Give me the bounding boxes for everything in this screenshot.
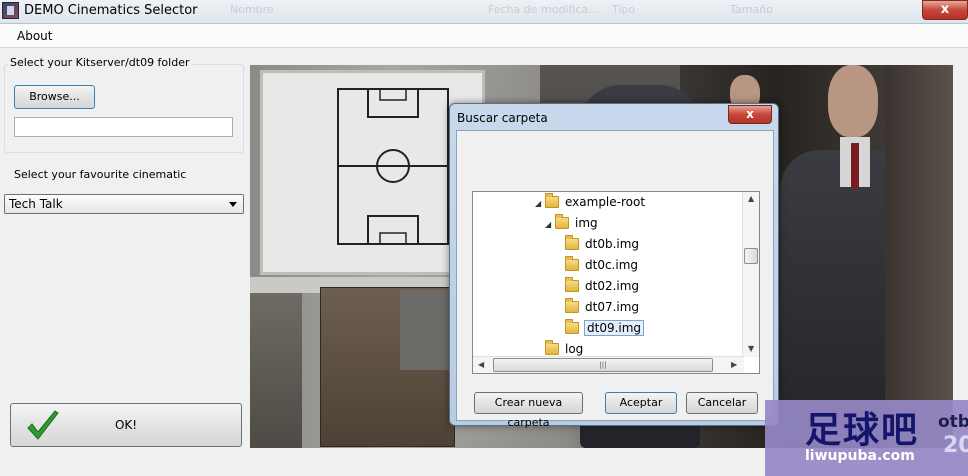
window-title: DEMO Cinematics Selector bbox=[24, 3, 198, 18]
ghost-header-date: Fecha de modifica... bbox=[488, 3, 599, 16]
dialog-body: ◢ example-root ◢ img dt0b.img dt0c.img dt0… bbox=[456, 130, 774, 429]
folder-icon bbox=[555, 214, 569, 229]
folder-icon bbox=[565, 277, 579, 292]
watermark-side-text-2: 20 bbox=[943, 433, 968, 458]
vertical-scroll-thumb[interactable] bbox=[744, 248, 758, 264]
scroll-right-icon[interactable]: ▶ bbox=[731, 360, 737, 369]
new-folder-button[interactable]: Crear nueva carpeta bbox=[474, 392, 583, 429]
ok-button[interactable]: OK! bbox=[10, 403, 242, 447]
expanded-triangle-icon[interactable]: ◢ bbox=[535, 194, 545, 213]
scroll-down-icon[interactable]: ▼ bbox=[748, 344, 754, 353]
expanded-triangle-icon[interactable]: ◢ bbox=[545, 215, 555, 234]
ghost-header-type: Tipo bbox=[612, 3, 636, 16]
horizontal-scroll-thumb[interactable]: ||| bbox=[493, 358, 713, 372]
ghost-header-size: Tamaño bbox=[730, 3, 773, 16]
browse-folder-dialog: Buscar carpeta x ◢ example-root ◢ img dt0b… bbox=[449, 103, 779, 429]
folder-icon bbox=[545, 340, 559, 355]
window-close-button[interactable]: x bbox=[922, 0, 968, 20]
shelf bbox=[400, 290, 450, 370]
folder-icon bbox=[565, 298, 579, 313]
folder-path-input[interactable] bbox=[14, 117, 233, 137]
title-bar: Nombre Fecha de modifica... Tipo Tamaño … bbox=[0, 0, 968, 24]
folder-tree[interactable]: ◢ example-root ◢ img dt0b.img dt0c.img dt0… bbox=[472, 191, 760, 374]
accept-button[interactable]: Aceptar bbox=[605, 392, 677, 414]
tree-item-dt02[interactable]: dt02.img bbox=[555, 277, 639, 296]
watermark-url: liwupuba.com bbox=[805, 448, 915, 464]
menu-about[interactable]: About bbox=[17, 29, 52, 43]
scroll-up-icon[interactable]: ▲ bbox=[748, 194, 754, 203]
cancel-button[interactable]: Cancelar bbox=[686, 392, 758, 414]
tree-vertical-scrollbar[interactable]: ▲ ▼ bbox=[742, 192, 759, 357]
folder-icon bbox=[565, 319, 579, 334]
tree-item-dt07[interactable]: dt07.img bbox=[555, 298, 639, 317]
dialog-title: Buscar carpeta bbox=[457, 111, 548, 125]
folder-icon bbox=[545, 193, 559, 208]
menu-bar: About bbox=[0, 24, 968, 48]
ok-label: OK! bbox=[114, 418, 138, 432]
tree-item-dt09-selected[interactable]: dt09.img bbox=[555, 319, 645, 338]
tree-item-dt0b[interactable]: dt0b.img bbox=[555, 235, 639, 254]
cinematic-select[interactable]: Tech Talk bbox=[4, 194, 244, 214]
scroll-left-icon[interactable]: ◀ bbox=[478, 360, 484, 369]
tree-item-dt0c[interactable]: dt0c.img bbox=[555, 256, 638, 275]
dialog-close-button[interactable]: x bbox=[728, 105, 772, 124]
left-panel: Select your Kitserver/dt09 folder Browse… bbox=[0, 48, 250, 476]
man-right-head bbox=[828, 65, 878, 137]
cinematic-selected-value: Tech Talk bbox=[9, 197, 63, 211]
watermark-text: 足球吧 bbox=[805, 410, 920, 451]
checkmark-icon bbox=[27, 410, 59, 440]
ghost-header-name: Nombre bbox=[230, 3, 274, 16]
door bbox=[885, 65, 953, 448]
folder-group-label: Select your Kitserver/dt09 folder bbox=[8, 56, 192, 69]
tree-item-example-root[interactable]: ◢ example-root bbox=[535, 193, 645, 212]
chevron-down-icon bbox=[229, 202, 237, 207]
man-right-tie bbox=[851, 143, 859, 189]
watermark-side-text: otb bbox=[938, 412, 968, 432]
tree-horizontal-scrollbar[interactable]: ◀ ||| ▶ bbox=[473, 356, 744, 373]
app-icon bbox=[2, 2, 19, 19]
browse-button[interactable]: Browse... bbox=[14, 85, 95, 109]
filing-cabinet bbox=[250, 293, 302, 448]
cinematic-label: Select your favourite cinematic bbox=[14, 168, 187, 181]
site-watermark: 足球吧 liwupuba.com otb 20 bbox=[765, 400, 968, 476]
folder-icon bbox=[565, 256, 579, 271]
tree-item-img[interactable]: ◢ img bbox=[545, 214, 598, 233]
folder-icon bbox=[565, 235, 579, 250]
